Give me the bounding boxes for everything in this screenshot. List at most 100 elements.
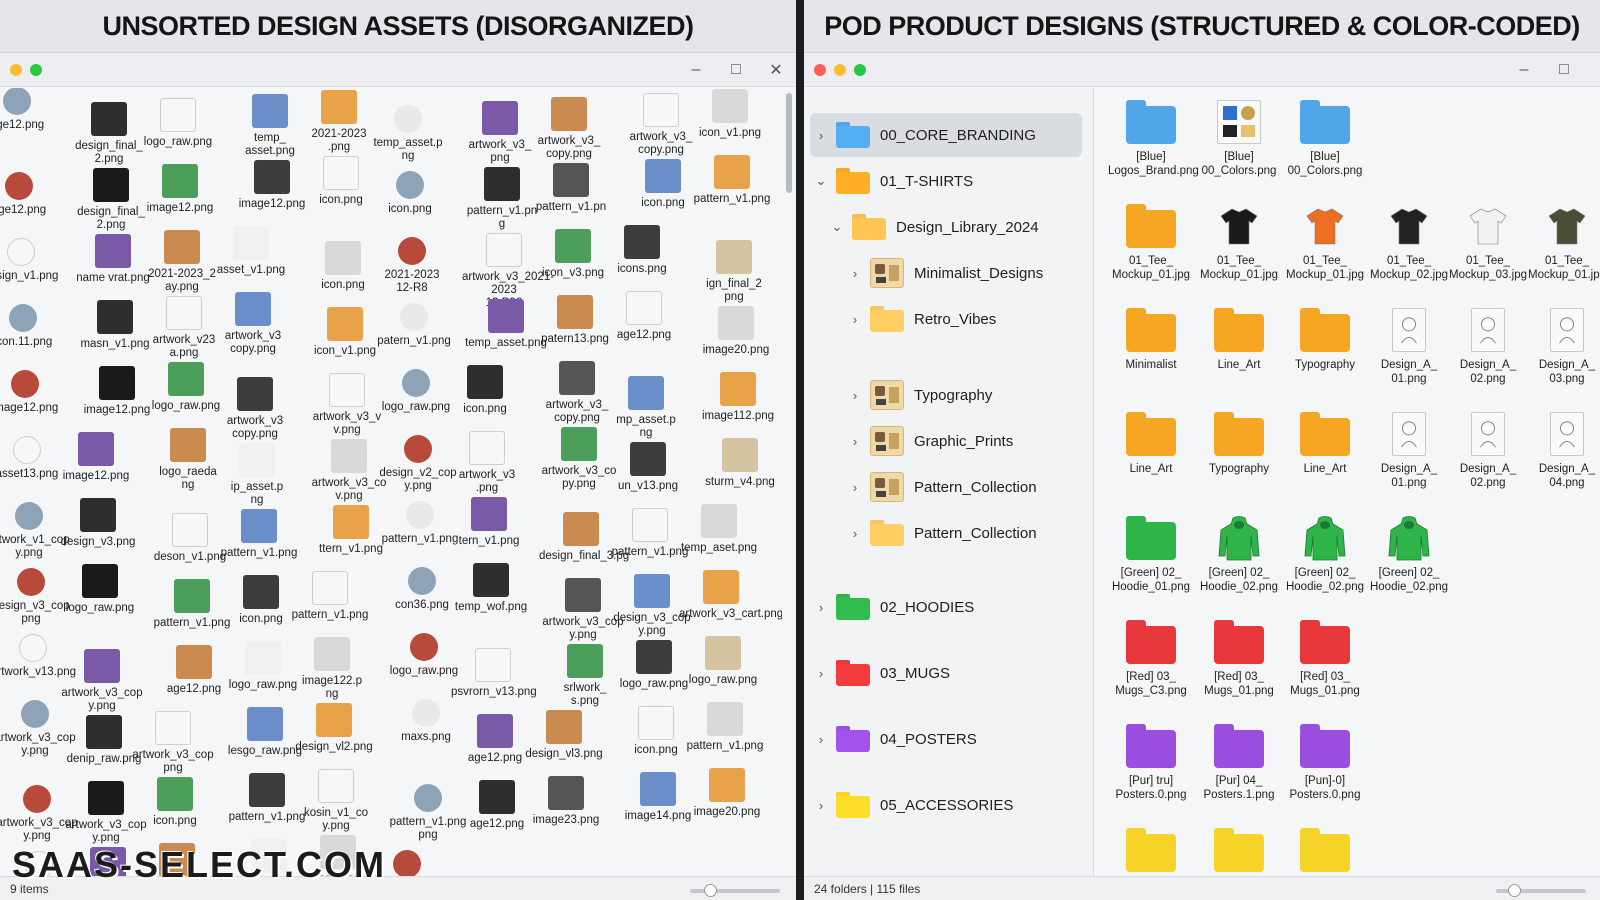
- file-item[interactable]: [Red] 03_ Mugs_C3.png: [1108, 620, 1194, 698]
- unsorted-file[interactable]: image12.png: [54, 432, 138, 483]
- tree-folder-item[interactable]: › 04_POSTERS: [804, 717, 1084, 761]
- close-dot-icon[interactable]: [814, 63, 826, 76]
- unsorted-file[interactable]: sturm_v4.png: [698, 438, 782, 489]
- chevron-right-icon[interactable]: ›: [812, 732, 830, 747]
- unsorted-file[interactable]: image112.png: [696, 372, 780, 423]
- unsorted-file[interactable]: temp_aset.png: [677, 504, 761, 555]
- file-item[interactable]: [Pur] tru] Posters.0.png: [1108, 724, 1194, 802]
- unsorted-file[interactable]: temp_wof.png: [449, 563, 533, 614]
- tree-folder-item[interactable]: › Graphic_Prints: [804, 419, 1084, 463]
- unsorted-file[interactable]: design_v1.png: [0, 238, 63, 283]
- file-item[interactable]: 01_Tee_ Mockup_02.jpg: [1366, 204, 1452, 282]
- unsorted-file[interactable]: image20.png: [685, 768, 769, 819]
- unsorted-file[interactable]: pattern_v1.png: [217, 509, 301, 560]
- zoom-dot-icon[interactable]: [30, 63, 42, 76]
- file-item[interactable]: Minimalist: [1108, 308, 1194, 372]
- unsorted-file[interactable]: image12.png: [0, 370, 67, 415]
- chevron-right-icon[interactable]: ›: [846, 434, 864, 449]
- tree-folder-item[interactable]: › Minimalist_Designs: [804, 251, 1084, 295]
- chevron-right-icon[interactable]: ›: [812, 798, 830, 813]
- minimize-dot-icon[interactable]: [10, 63, 22, 76]
- close-icon[interactable]: ✕: [756, 53, 796, 87]
- chevron-right-icon[interactable]: ›: [846, 266, 864, 281]
- unsorted-file[interactable]: un_v13.png: [606, 442, 690, 493]
- file-item[interactable]: 01_Tee_ Mockup_03.jpg: [1445, 204, 1531, 282]
- unsorted-file[interactable]: asset_v1.png: [209, 226, 293, 277]
- unsorted-file[interactable]: temp_asset.p ng: [366, 105, 450, 163]
- minimize-icon[interactable]: –: [676, 53, 716, 87]
- unsorted-file[interactable]: ign_final_2 png: [692, 240, 776, 304]
- unsorted-file[interactable]: icon.png: [368, 171, 452, 216]
- unsorted-file[interactable]: design_v3.png: [56, 498, 140, 549]
- unsorted-file[interactable]: design_vl2.png: [292, 703, 376, 754]
- unsorted-file[interactable]: logo_raw.png: [681, 636, 765, 687]
- unsorted-file[interactable]: pattern_v1.png: [690, 155, 774, 206]
- chevron-right-icon[interactable]: ›: [812, 666, 830, 681]
- unsorted-file[interactable]: icons.png: [600, 225, 684, 276]
- chevron-right-icon[interactable]: ›: [846, 388, 864, 403]
- file-item[interactable]: Line_Art: [1196, 308, 1282, 372]
- tree-folder-item[interactable]: ⌄ 01_T-SHIRTS: [804, 159, 1084, 203]
- minimize-dot-icon[interactable]: [834, 63, 846, 76]
- unsorted-file[interactable]: image12.png: [138, 164, 222, 215]
- tree-folder-item[interactable]: ⌄ Design_Library_2024: [804, 205, 1084, 249]
- unsorted-file[interactable]: image23.png: [524, 776, 608, 827]
- unsorted-file[interactable]: pattern_v1.pn: [529, 163, 613, 214]
- file-item[interactable]: Design_A_ 01.png: [1366, 412, 1452, 490]
- unsorted-file[interactable]: icon.png: [443, 365, 527, 416]
- file-item[interactable]: [Green] 02_ Hoodie_01.png: [1108, 516, 1194, 594]
- unsorted-file[interactable]: patern_v1.png: [372, 303, 456, 348]
- tree-folder-item[interactable]: › 03_MUGS: [804, 651, 1084, 695]
- tree-folder-item[interactable]: › 02_HOODIES: [804, 585, 1084, 629]
- tree-folder-item[interactable]: › Pattern_Collection: [804, 465, 1084, 509]
- chevron-right-icon[interactable]: ›: [812, 128, 830, 143]
- unsorted-file[interactable]: artwork_v3 .png: [445, 431, 529, 495]
- file-item[interactable]: [Pun]-0] Posters.0.png: [1282, 724, 1368, 802]
- unsorted-file[interactable]: artwork_v3_cart.png: [679, 570, 782, 621]
- file-item[interactable]: 01_Tee_ Mockup_01.jpg: [1108, 204, 1194, 282]
- file-item[interactable]: [1196, 828, 1282, 876]
- unsorted-file[interactable]: icon.11.png: [0, 304, 65, 349]
- unsorted-file[interactable]: logo_raw.png: [58, 564, 142, 615]
- file-item[interactable]: Typography: [1196, 412, 1282, 476]
- file-item[interactable]: [1108, 828, 1194, 876]
- unsorted-file[interactable]: logo_raw.png: [136, 98, 220, 149]
- file-item[interactable]: 01_Tee_ Mockup_01.jpg: [1196, 204, 1282, 282]
- file-item[interactable]: [Green] 02_ Hoodie_02.png: [1196, 516, 1282, 594]
- zoom-knob[interactable]: [1508, 884, 1521, 897]
- unsorted-file[interactable]: artwork_v3_cop png: [131, 711, 215, 775]
- unsorted-file[interactable]: age12.png: [0, 88, 59, 132]
- unsorted-file[interactable]: tern_v1.png: [447, 497, 531, 548]
- chevron-right-icon[interactable]: ›: [812, 600, 830, 615]
- file-item[interactable]: Design_A_ 02.png: [1445, 308, 1531, 386]
- file-item[interactable]: [1282, 828, 1368, 876]
- tree-folder-item[interactable]: › 05_ACCESSORIES: [804, 783, 1084, 827]
- file-item[interactable]: Line_Art: [1108, 412, 1194, 476]
- left-zoom-slider[interactable]: [690, 884, 780, 897]
- chevron-right-icon[interactable]: ›: [846, 480, 864, 495]
- minimize-icon[interactable]: –: [1504, 53, 1544, 87]
- unsorted-file[interactable]: pattern_v1.png: [288, 571, 372, 622]
- unsorted-file[interactable]: artwork_v3_ copy.png: [527, 97, 611, 161]
- zoom-dot-icon[interactable]: [854, 63, 866, 76]
- unsorted-file[interactable]: image122.p ng: [290, 637, 374, 701]
- chevron-right-icon[interactable]: ›: [846, 312, 864, 327]
- unsorted-file[interactable]: pattern_v1.png: [683, 702, 767, 753]
- unsorted-file[interactable]: icon.png: [133, 777, 217, 828]
- file-item[interactable]: Typography: [1282, 308, 1368, 372]
- file-item[interactable]: [Red] 03_ Mugs_01.png: [1282, 620, 1368, 698]
- unsorted-file[interactable]: design_vl3.png: [522, 710, 606, 761]
- file-item[interactable]: [Pur] 04_ Posters.1.png: [1196, 724, 1282, 802]
- tree-folder-item[interactable]: › Retro_Vibes: [804, 297, 1084, 341]
- file-item[interactable]: [Green] 02_ Hoodie_02.png: [1282, 516, 1368, 594]
- chevron-right-icon[interactable]: ›: [846, 526, 864, 541]
- file-item[interactable]: 01_Tee_ Mockup_01.jpg: [1524, 204, 1600, 282]
- maximize-icon[interactable]: □: [716, 53, 756, 87]
- zoom-knob[interactable]: [704, 884, 717, 897]
- unsorted-file[interactable]: kosin_v1_co y.png: [294, 769, 378, 833]
- unsorted-file[interactable]: 2021-2023 12-R8: [370, 237, 454, 295]
- unsorted-file[interactable]: icon_v1.png: [688, 89, 772, 140]
- tree-folder-item[interactable]: › Typography: [804, 373, 1084, 417]
- file-item[interactable]: Design_A_ 03.png: [1524, 308, 1600, 386]
- tree-folder-item[interactable]: › Pattern_Collection: [804, 511, 1084, 555]
